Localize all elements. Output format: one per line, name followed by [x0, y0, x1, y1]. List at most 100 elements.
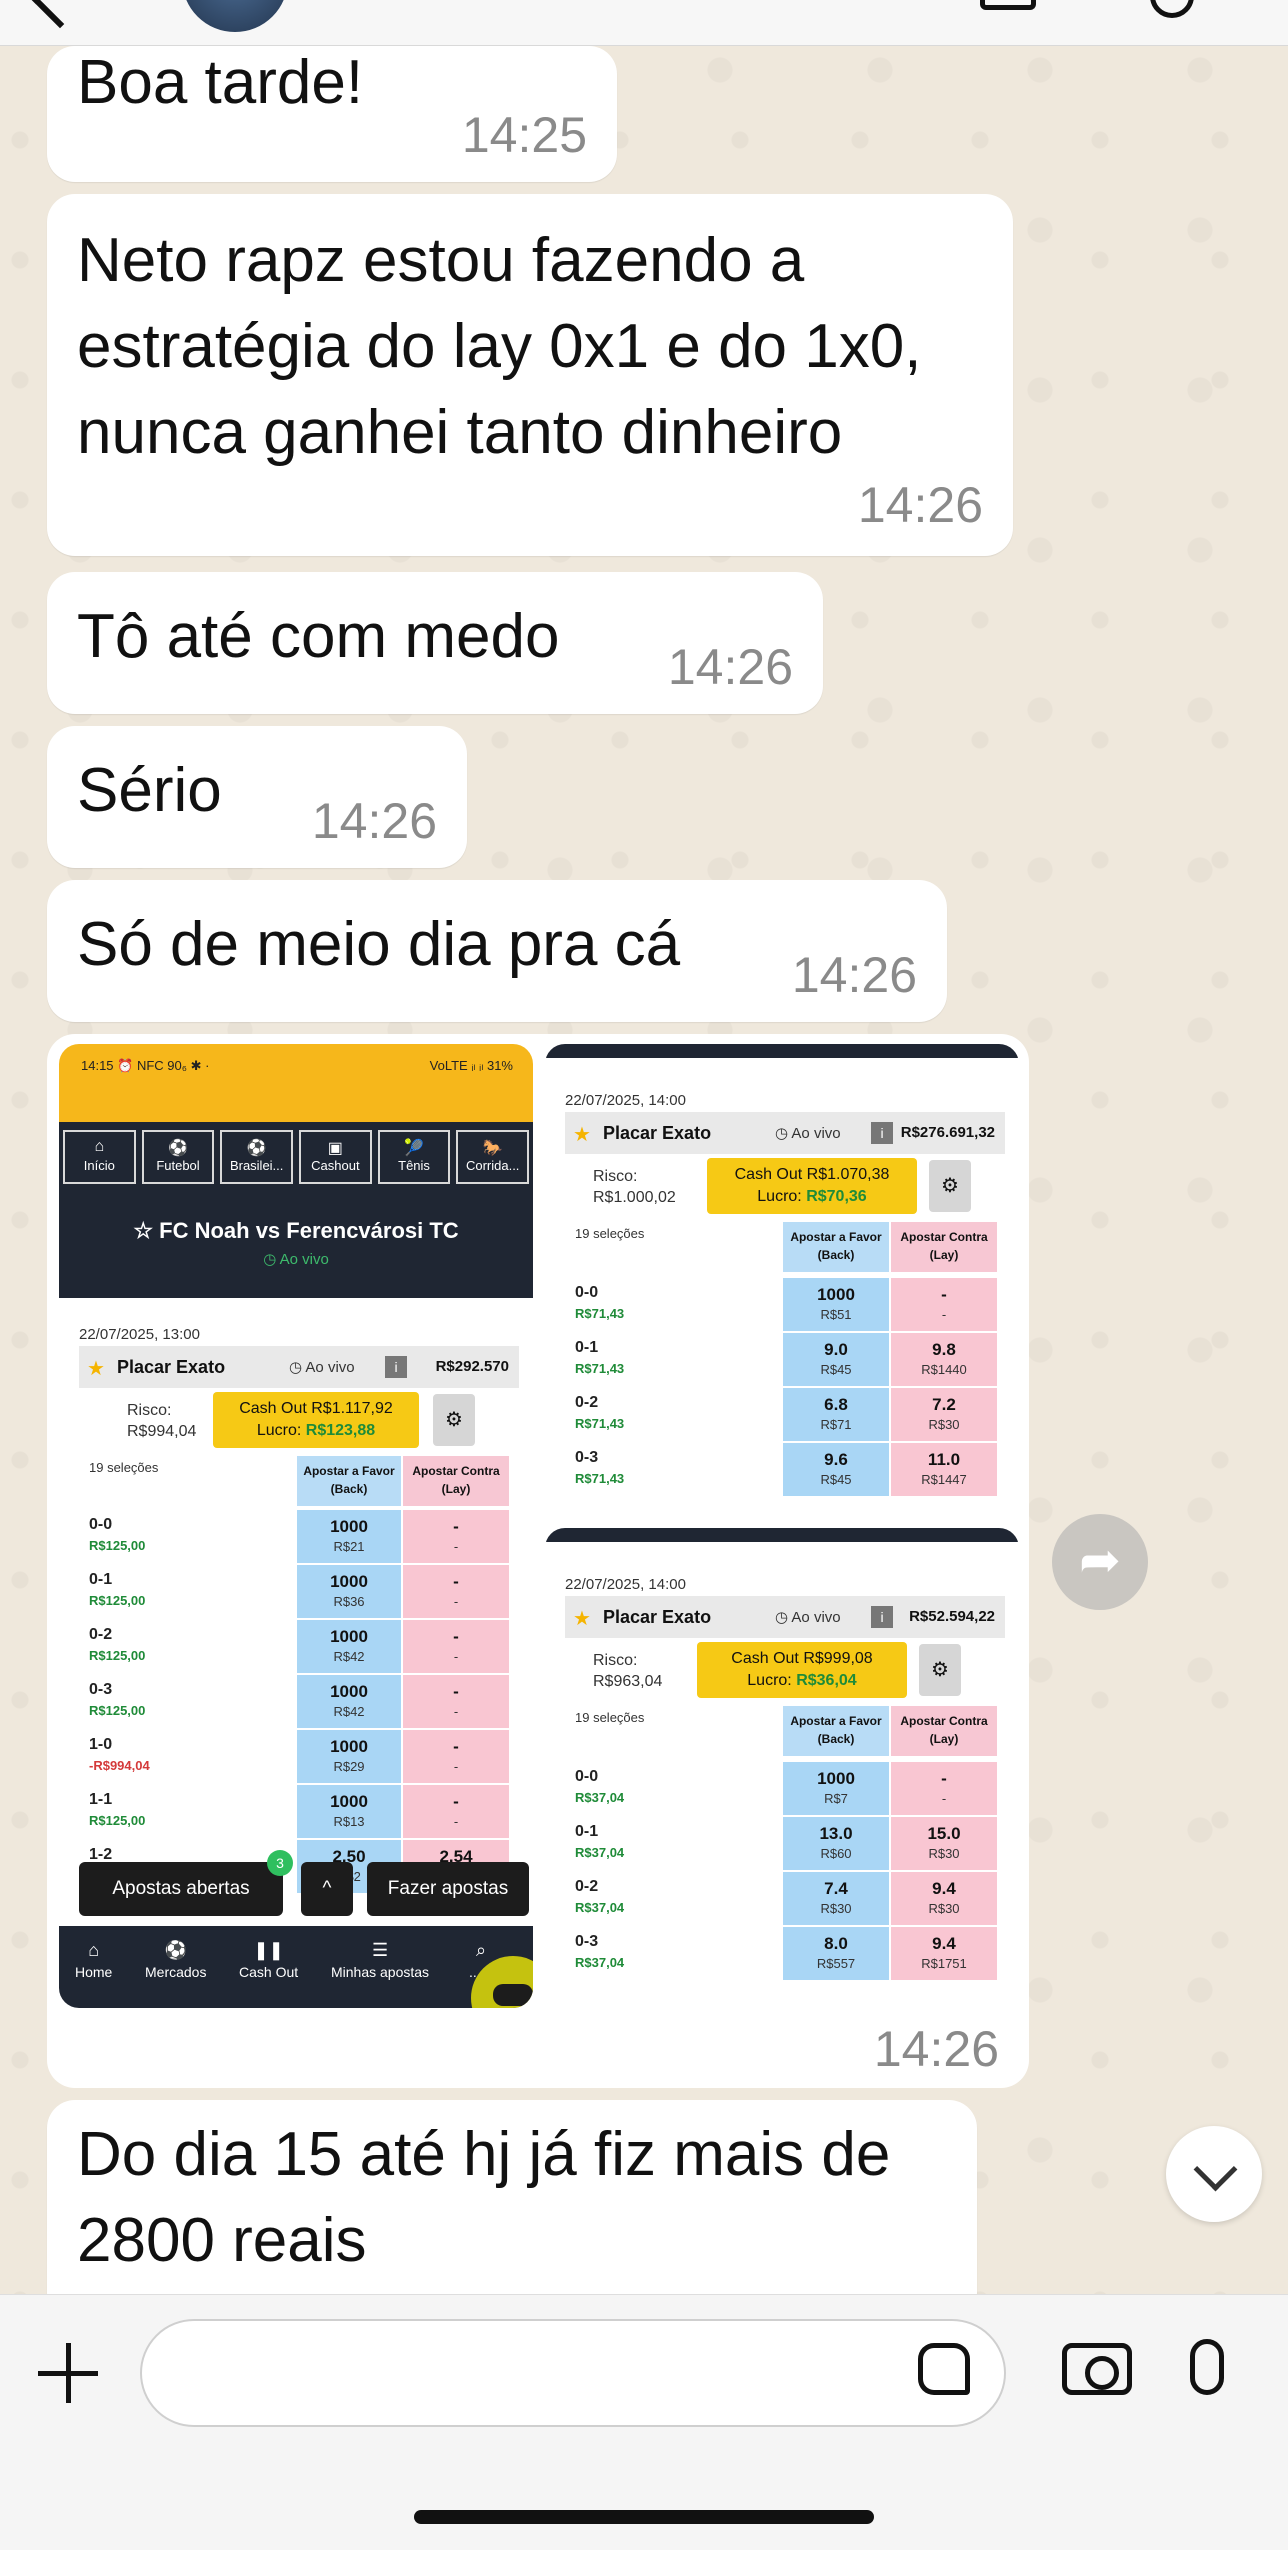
odds-row: 0-0 R$125,00 1000 R$21- - [89, 1510, 509, 1565]
odds-row: 0-0 R$37,04 1000 R$7- - [575, 1762, 997, 1817]
back-odds: 9.6 [824, 1450, 848, 1469]
media-album-bubble[interactable]: 14:15 ⏰ NFC 90₆ ✱ · VoLTE ᵢₗ ᵢₗ 31% ⌂ Iní… [47, 1034, 1029, 2088]
back-odds: 7.4 [824, 1879, 848, 1898]
lay-odds-cell: -- [891, 1278, 997, 1331]
message-text: Só de meio dia pra cá [77, 910, 681, 979]
profit-loss: -R$994,04 [89, 1758, 150, 1773]
lay-odds: 9.4 [932, 1879, 956, 1898]
message-bubble[interactable]: Do dia 15 até hj já fiz mais de 2800 rea… [47, 2100, 977, 2294]
lay-stake: - [453, 1539, 459, 1554]
back-odds-cell: 13.0 R$60 [783, 1817, 889, 1870]
lay-odds-cell: 9.4 R$30 [891, 1872, 997, 1925]
message-bubble[interactable]: Tô até com medo 14:26 [47, 572, 823, 714]
message-bubble[interactable]: Só de meio dia pra cá 14:26 [47, 880, 947, 1022]
cashout-profit: Lucro: R$70,36 [707, 1186, 917, 1208]
lay-column-header: Apostar Contra (Lay) [403, 1456, 509, 1506]
risk-value: R$994,04 [127, 1423, 197, 1440]
sticker-icon[interactable] [918, 2343, 970, 2395]
message-text: Neto rapz estou fazendo a estratégia do … [77, 226, 922, 467]
lay-odds: 9.8 [932, 1340, 956, 1359]
risk-label: Risco: [593, 1168, 638, 1185]
score-label: 0-3 [575, 1449, 599, 1466]
back-odds-cell: 1000 R$13 [297, 1785, 401, 1838]
chat-header [0, 0, 1288, 46]
back-stake: R$45 [820, 1362, 852, 1377]
profit-loss: R$125,00 [89, 1538, 146, 1553]
plus-icon[interactable] [38, 2343, 98, 2403]
odds-row: 0-2 R$37,04 7.4 R$30 9.4 R$30 [575, 1872, 997, 1927]
cashout-button: Cash Out R$999,08 Lucro: R$36,04 [697, 1642, 907, 1698]
message-input[interactable] [140, 2319, 1006, 2427]
odds-row: 0-1 R$71,43 9.0 R$45 9.8 R$1440 [575, 1333, 997, 1388]
back-odds: 1000 [330, 1792, 368, 1811]
profit-value: R$123,88 [305, 1422, 376, 1439]
lay-stake: R$1751 [921, 1956, 967, 1971]
message-time: 14:26 [873, 2021, 999, 2077]
chevron-down-icon[interactable] [1166, 2126, 1262, 2222]
forward-arrow-icon[interactable]: ➦ [1052, 1514, 1148, 1610]
market-balance: R$52.594,22 [909, 1608, 995, 1625]
home-icon: ⌂ [94, 1138, 105, 1155]
open-bets-button: Apostas abertas [79, 1862, 283, 1916]
nav-label: Cash Out [239, 1964, 299, 1980]
back-odds-cell: 8.0 R$557 [783, 1927, 889, 1980]
market-name: Placar Exato [603, 1607, 712, 1627]
back-odds-cell: 1000 R$7 [783, 1762, 889, 1815]
risk-block: Risco: R$1.000,02 [593, 1166, 676, 1208]
back-arrow-icon[interactable] [31, 0, 89, 29]
camera-icon[interactable] [1062, 2343, 1132, 2395]
market-name: Placar Exato [603, 1123, 712, 1143]
tab-tenis: 🎾 Tênis [377, 1130, 451, 1184]
back-stake: R$21 [333, 1539, 365, 1554]
screenshot-image-2[interactable]: 22/07/2025, 14:00 ★ Placar Exato ◷ Ao vi… [545, 1044, 1019, 1518]
tab-inicio: ⌂ Início [63, 1130, 136, 1184]
screenshot-image-3[interactable]: 22/07/2025, 14:00 ★ Placar Exato ◷ Ao vi… [545, 1528, 1019, 2008]
back-stake: R$71 [820, 1417, 852, 1432]
profit-loss: R$37,04 [575, 1955, 625, 1970]
message-bubble[interactable]: Sério 14:26 [47, 726, 467, 868]
contact-avatar[interactable] [182, 0, 288, 32]
horse-icon: 🐎 [482, 1140, 503, 1157]
lay-odds-cell: -- [403, 1730, 509, 1783]
cashout-amount: Cash Out R$999,08 [731, 1650, 873, 1667]
lay-odds: - [453, 1627, 459, 1646]
message-bubble[interactable]: Boa tarde! 14:25 [47, 46, 617, 182]
back-stake: R$42 [333, 1649, 365, 1664]
message-text: Sério [77, 756, 222, 825]
profit-loss: R$71,43 [575, 1471, 625, 1486]
lay-odds-cell: -- [403, 1565, 509, 1618]
selection-count: 19 seleções [575, 1226, 645, 1241]
back-stake: R$29 [333, 1759, 365, 1774]
profit-loss: R$37,04 [575, 1845, 625, 1860]
odds-row: 0-2 R$71,43 6.8 R$71 7.2 R$30 [575, 1388, 997, 1443]
score-label: 0-1 [89, 1571, 113, 1588]
place-bets-button: Fazer apostas [367, 1862, 529, 1916]
lay-odds: - [941, 1769, 947, 1788]
video-call-icon[interactable] [980, 0, 1036, 10]
lay-stake: R$1440 [921, 1362, 967, 1377]
message-list[interactable]: Boa tarde! 14:25 Neto rapz estou fazendo… [0, 46, 1288, 2294]
cashout-button: Cash Out R$1.117,92 Lucro: R$123,88 [213, 1392, 419, 1448]
odds-row: 0-1 R$37,04 13.0 R$60 15.0 R$30 [575, 1817, 997, 1872]
odds-row: 0-3 R$71,43 9.6 R$45 11.0 R$1447 [575, 1443, 997, 1498]
lay-odds-cell: -- [403, 1510, 509, 1563]
message-bubble[interactable]: Neto rapz estou fazendo a estratégia do … [47, 194, 1013, 556]
score-label: 0-1 [575, 1339, 599, 1356]
gear-icon: ⚙ [929, 1160, 971, 1212]
back-odds-cell: 1000 R$36 [297, 1565, 401, 1618]
message-time: 14:26 [311, 793, 437, 849]
score-label: 0-3 [89, 1681, 113, 1698]
score-label: 1-1 [89, 1791, 113, 1808]
nav-label: Mercados [145, 1964, 207, 1980]
voice-call-icon[interactable] [1150, 0, 1194, 18]
score-label: 0-0 [89, 1516, 113, 1533]
profit-loss: R$71,43 [575, 1416, 625, 1431]
lay-odds: 7.2 [932, 1395, 956, 1414]
microphone-icon[interactable] [1190, 2339, 1224, 2395]
screenshot-image-1[interactable]: 14:15 ⏰ NFC 90₆ ✱ · VoLTE ᵢₗ ᵢₗ 31% ⌂ Iní… [59, 1044, 533, 2008]
lay-odds: 15.0 [927, 1824, 961, 1843]
odds-row: 1-0 -R$994,04 1000 R$29- - [89, 1730, 509, 1785]
back-stake: R$13 [333, 1814, 365, 1829]
back-odds: 1000 [817, 1769, 855, 1788]
score-label: 0-0 [575, 1768, 599, 1785]
